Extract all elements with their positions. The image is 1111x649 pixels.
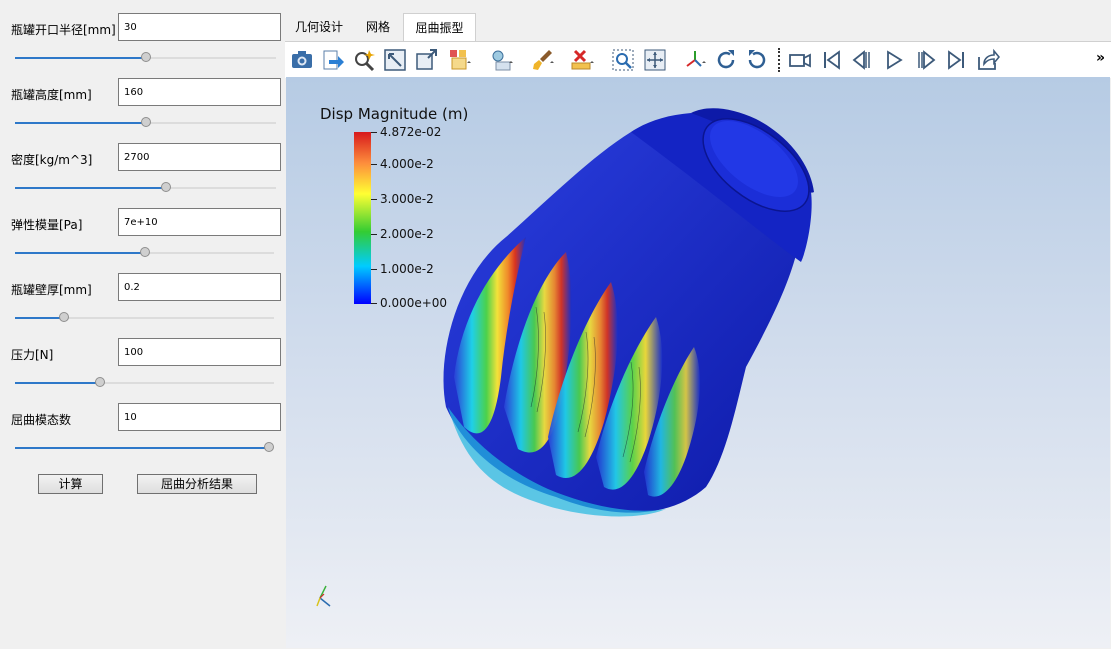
prev-frame-icon[interactable] [851, 48, 875, 72]
slider-fill [15, 187, 167, 189]
elastic-modulus-input[interactable] [118, 208, 281, 236]
next-frame-icon[interactable] [913, 48, 937, 72]
param-density: 密度[kg/m^3] [0, 143, 285, 208]
slider-fill [15, 382, 101, 384]
fit-view-icon[interactable] [383, 48, 407, 72]
param-pressure: 压力[N] [0, 338, 285, 403]
param-label: 瓶罐开口半径[mm] [11, 23, 116, 37]
param-elastic-modulus: 弹性模量[Pa] [0, 208, 285, 273]
elastic-modulus-slider[interactable] [15, 247, 274, 257]
first-frame-icon[interactable] [820, 48, 844, 72]
clear-icon[interactable] [571, 48, 595, 72]
slider-fill [15, 122, 146, 124]
slider-thumb[interactable] [59, 312, 70, 322]
slider-thumb[interactable] [161, 182, 172, 192]
slider-thumb[interactable] [140, 52, 151, 62]
buckling-modes-slider[interactable] [15, 442, 274, 452]
toolbar-overflow-icon[interactable]: » [1096, 50, 1105, 66]
density-input[interactable] [118, 143, 281, 171]
center-icon[interactable] [643, 48, 667, 72]
slider-thumb[interactable] [140, 117, 151, 127]
param-label: 压力[N] [11, 348, 54, 362]
buckled-bottle-model [443, 108, 814, 517]
light-icon[interactable] [490, 48, 514, 72]
height-input[interactable] [118, 78, 281, 106]
slider-thumb[interactable] [139, 247, 150, 257]
param-height: 瓶罐高度[mm] [0, 78, 285, 143]
zoom-region-icon[interactable] [611, 48, 635, 72]
opening-radius-slider[interactable] [15, 52, 276, 62]
param-opening-radius: 瓶罐开口半径[mm] [0, 13, 285, 78]
wall-thickness-slider[interactable] [15, 312, 274, 322]
brush-icon[interactable] [531, 48, 555, 72]
tab-buckling-mode[interactable]: 屈曲振型 [403, 13, 476, 41]
rotate-ccw-icon[interactable] [745, 48, 769, 72]
density-slider[interactable] [15, 182, 276, 192]
maximize-icon[interactable] [414, 48, 438, 72]
height-slider[interactable] [15, 117, 276, 127]
zoom-select-icon[interactable] [352, 48, 376, 72]
screenshot-icon[interactable] [290, 48, 314, 72]
last-frame-icon[interactable] [944, 48, 968, 72]
slider-thumb[interactable] [264, 442, 274, 452]
compute-button[interactable]: 计算 [38, 474, 103, 494]
param-label: 瓶罐高度[mm] [11, 88, 92, 102]
param-label: 屈曲模态数 [11, 413, 72, 427]
display-mode-icon[interactable] [448, 48, 472, 72]
buckling-results-button[interactable]: 屈曲分析结果 [137, 474, 257, 494]
play-icon[interactable] [882, 48, 906, 72]
export-icon[interactable] [321, 48, 345, 72]
pressure-slider[interactable] [15, 377, 274, 387]
slider-fill [15, 317, 65, 319]
param-label: 瓶罐壁厚[mm] [11, 283, 92, 297]
slider-fill [15, 57, 146, 59]
slider-thumb[interactable] [95, 377, 106, 387]
3d-viewport[interactable]: Disp Magnitude (m) 4.872e-02 4.000e-2 3.… [286, 77, 1110, 648]
wall-thickness-input[interactable] [118, 273, 281, 301]
tab-geometry[interactable]: 几何设计 [285, 13, 353, 41]
slider-fill [15, 252, 145, 254]
camera-icon[interactable] [788, 48, 812, 72]
param-label: 密度[kg/m^3] [11, 153, 93, 167]
param-label: 弹性模量[Pa] [11, 218, 83, 232]
export-animation-icon[interactable] [976, 48, 1000, 72]
orientation-axes-icon [316, 585, 331, 607]
tab-mesh[interactable]: 网格 [353, 13, 403, 41]
axes-icon[interactable] [683, 48, 707, 72]
rotate-cw-icon[interactable] [714, 48, 738, 72]
buckling-modes-input[interactable] [118, 403, 281, 431]
viewer-toolbar: » [285, 41, 1111, 78]
parameter-panel: 瓶罐开口半径[mm] 瓶罐高度[mm] 密度[kg/m^3] 弹性模量[Pa] … [0, 0, 285, 649]
param-wall-thickness: 瓶罐壁厚[mm] [0, 273, 285, 338]
opening-radius-input[interactable] [118, 13, 281, 41]
toolbar-separator [778, 48, 782, 72]
param-buckling-modes: 屈曲模态数 [0, 403, 285, 468]
pressure-input[interactable] [118, 338, 281, 366]
slider-fill [15, 447, 269, 449]
